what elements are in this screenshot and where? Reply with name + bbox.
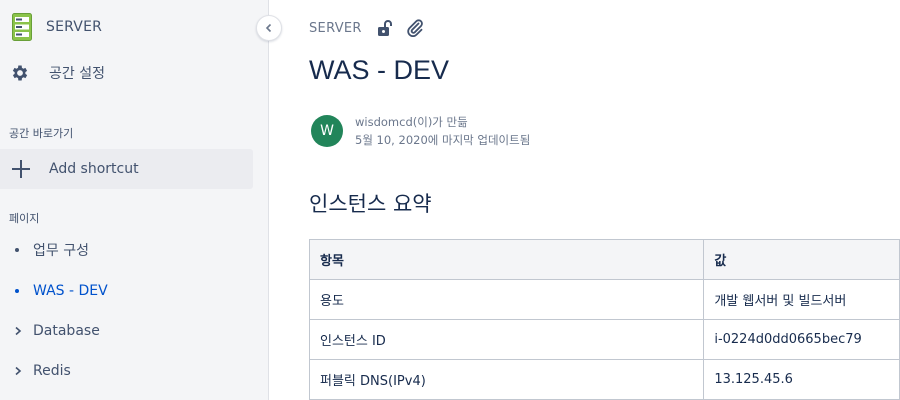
section-heading: 인스턴스 요약 (309, 192, 432, 216)
tree-item-was-dev[interactable]: WAS - DEV (13, 280, 108, 302)
created-by-text[interactable]: wisdomcd(이)가 만듦 (355, 113, 530, 131)
table-row: 인스턴스 ID i-0224d0dd0665bec79 (308, 319, 900, 360)
page-byline: W wisdomcd(이)가 만듦 5월 10, 2020에 마지막 업데이트됨 (311, 113, 530, 149)
shortcuts-section-title: 공간 바로가기 (9, 127, 74, 140)
space-settings-label: 공간 설정 (49, 66, 105, 82)
table-header-cell: 값 (703, 239, 900, 280)
pages-section-title: 페이지 (9, 212, 40, 225)
tree-item-label: WAS - DEV (33, 283, 108, 299)
space-settings-link[interactable]: 공간 설정 (10, 60, 105, 86)
tree-item-redis[interactable]: Redis (13, 360, 71, 382)
table-row: 용도 개발 웹서버 및 빌드서버 (308, 279, 900, 320)
last-updated-text[interactable]: 5월 10, 2020에 마지막 업데이트됨 (355, 131, 530, 149)
gear-icon (12, 65, 28, 81)
space-header[interactable]: SERVER (12, 12, 102, 42)
author-avatar[interactable]: W (311, 115, 343, 147)
page-title: WAS - DEV (309, 55, 450, 85)
breadcrumb: SERVER (309, 16, 436, 40)
chevron-left-icon (265, 23, 272, 33)
unlock-icon[interactable] (376, 19, 394, 37)
tree-item-database[interactable]: Database (13, 320, 100, 342)
table-row: 퍼블릭 DNS(IPv4) 13.125.45.6 (308, 359, 900, 400)
server-space-icon (12, 13, 32, 41)
tree-item-label: Redis (33, 363, 71, 379)
bullet-icon (15, 289, 19, 293)
space-name: SERVER (46, 19, 103, 35)
add-shortcut-button[interactable]: Add shortcut (0, 149, 253, 189)
table-cell: 13.125.45.6 (703, 359, 900, 400)
chevron-right-icon[interactable] (13, 366, 23, 376)
tree-item-label: 업무 구성 (33, 243, 89, 259)
breadcrumb-space-link[interactable]: SERVER (309, 21, 362, 36)
plus-icon (12, 160, 30, 178)
table-cell: 인스턴스 ID (308, 319, 705, 360)
table-cell: 용도 (308, 279, 705, 320)
tree-item-label: Database (33, 323, 100, 339)
attachment-icon[interactable] (406, 19, 424, 37)
add-shortcut-label: Add shortcut (49, 161, 139, 177)
table-cell: i-0224d0dd0665bec79 (703, 319, 900, 360)
collapse-sidebar-button[interactable] (256, 15, 282, 41)
chevron-right-icon[interactable] (13, 326, 23, 336)
sidebar: SERVER 공간 설정 공간 바로가기 Add shortcut 페이지 업무… (0, 0, 269, 400)
table-header-row: 항목 값 (308, 239, 900, 280)
table-cell: 퍼블릭 DNS(IPv4) (308, 359, 705, 400)
tree-item-work-config[interactable]: 업무 구성 (13, 239, 89, 261)
bullet-icon (15, 248, 19, 252)
table-header-cell: 항목 (308, 239, 705, 280)
main-content: SERVER WAS - DEV W wisdomcd(이)가 만듦 5월 10… (269, 0, 900, 400)
table-cell: 개발 웹서버 및 빌드서버 (703, 279, 900, 320)
instance-summary-table: 항목 값 용도 개발 웹서버 및 빌드서버 인스턴스 ID i-0224d0dd… (308, 239, 900, 400)
